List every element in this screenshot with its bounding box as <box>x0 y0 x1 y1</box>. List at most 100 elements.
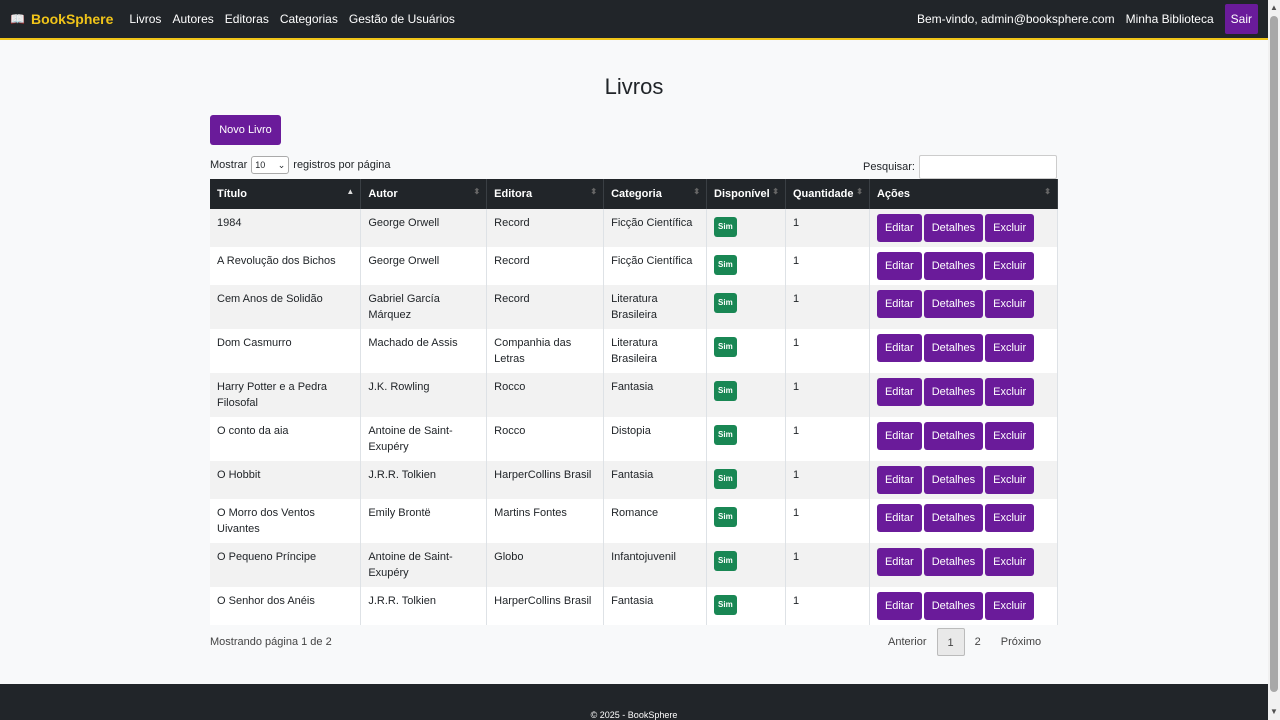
edit-button[interactable]: Editar <box>876 548 922 576</box>
cell-quantity: 1 <box>785 587 870 625</box>
search-control: Pesquisar: <box>863 155 1057 179</box>
col-header-label: Categoria <box>611 188 662 200</box>
details-button[interactable]: Detalhes <box>923 466 984 494</box>
details-button[interactable]: Detalhes <box>923 290 984 318</box>
details-button[interactable]: Detalhes <box>923 548 984 576</box>
brand[interactable]: 📖 BookSphere <box>10 11 113 27</box>
next-page-button[interactable]: Próximo <box>991 628 1051 656</box>
edit-button[interactable]: Editar <box>876 504 922 532</box>
page-button-1[interactable]: 1 <box>936 628 965 656</box>
edit-button[interactable]: Editar <box>876 252 922 280</box>
edit-button[interactable]: Editar <box>876 214 922 242</box>
col-header-author[interactable]: Autor ⬍ <box>360 179 488 209</box>
edit-button[interactable]: Editar <box>876 378 922 406</box>
new-book-button[interactable]: Novo Livro <box>210 115 281 145</box>
col-header-label: Ações <box>876 188 910 200</box>
delete-button[interactable]: Excluir <box>985 504 1035 532</box>
search-input[interactable] <box>919 155 1057 179</box>
cell-category: Fantasia <box>603 461 708 499</box>
cell-publisher: Rocco <box>486 417 605 461</box>
col-header-available[interactable]: Disponível ⬍ <box>706 179 786 209</box>
table-row: O Morro dos Ventos Uivantes Emily Brontë M… <box>210 499 1059 543</box>
edit-button[interactable]: Editar <box>876 334 922 362</box>
cell-author: Gabriel García Márquez <box>360 285 488 329</box>
details-button[interactable]: Detalhes <box>923 422 984 450</box>
col-header-title[interactable]: Título ▲ <box>210 179 362 209</box>
cell-category: Ficção Científica <box>603 247 708 285</box>
nav-link-gestao-usuarios[interactable]: Gestão de Usuários <box>349 12 455 26</box>
sort-arrows-icon: ⬍ <box>693 187 701 196</box>
scroll-thumb[interactable] <box>1270 16 1278 692</box>
books-table: Título ▲ Autor ⬍ Editora ⬍ Categoria ⬍ Dispo… <box>210 179 1059 625</box>
cell-title: O Senhor dos Anéis <box>210 587 362 625</box>
cell-author: J.K. Rowling <box>360 373 488 417</box>
cell-category: Fantasia <box>603 587 708 625</box>
edit-button[interactable]: Editar <box>876 466 922 494</box>
col-header-actions[interactable]: Ações ⬍ <box>869 179 1059 209</box>
my-library-link[interactable]: Minha Biblioteca <box>1126 12 1214 26</box>
cell-author: George Orwell <box>360 209 488 247</box>
edit-button[interactable]: Editar <box>876 592 922 620</box>
col-header-label: Título <box>217 188 247 200</box>
cell-quantity: 1 <box>785 285 870 329</box>
logout-button[interactable]: Sair <box>1224 4 1258 34</box>
table-body: 1984 George Orwell Record Ficção Científica… <box>210 209 1059 625</box>
cell-quantity: 1 <box>785 461 870 499</box>
col-header-category[interactable]: Categoria ⬍ <box>603 179 708 209</box>
cell-author: J.R.R. Tolkien <box>360 461 488 499</box>
cell-publisher: Globo <box>486 543 605 587</box>
cell-available: Sim <box>706 417 786 461</box>
navbar: 📖 BookSphere Livros Autores Editoras Cat… <box>0 0 1268 40</box>
delete-button[interactable]: Excluir <box>985 422 1035 450</box>
details-button[interactable]: Detalhes <box>923 504 984 532</box>
table-row: A Revolução dos Bichos George Orwell Recor… <box>210 247 1059 285</box>
cell-category: Fantasia <box>603 373 708 417</box>
vertical-scrollbar[interactable]: ▲ ▼ <box>1268 0 1280 720</box>
delete-button[interactable]: Excluir <box>985 252 1035 280</box>
previous-page-button[interactable]: Anterior <box>878 628 937 656</box>
status-badge: Sim <box>714 217 737 237</box>
cell-quantity: 1 <box>785 499 870 543</box>
footer: © 2025 - BookSphere <box>0 684 1268 720</box>
cell-publisher: HarperCollins Brasil <box>486 461 605 499</box>
footer-text: © 2025 - BookSphere <box>590 710 678 720</box>
scroll-up-icon[interactable]: ▲ <box>1268 2 1280 14</box>
details-button[interactable]: Detalhes <box>923 214 984 242</box>
cell-title: 1984 <box>210 209 362 247</box>
sort-arrows-icon: ⬍ <box>772 187 779 196</box>
details-button[interactable]: Detalhes <box>923 592 984 620</box>
status-badge: Sim <box>714 551 737 571</box>
cell-title: O Pequeno Príncipe <box>210 543 362 587</box>
details-button[interactable]: Detalhes <box>923 252 984 280</box>
cell-category: Infantojuvenil <box>603 543 708 587</box>
delete-button[interactable]: Excluir <box>985 214 1035 242</box>
col-header-quantity[interactable]: Quantidade ⬍ <box>785 179 870 209</box>
delete-button[interactable]: Excluir <box>985 290 1035 318</box>
cell-actions: Editar Detalhes Excluir <box>869 329 1059 373</box>
cell-author: George Orwell <box>360 247 488 285</box>
cell-publisher: Record <box>486 247 605 285</box>
delete-button[interactable]: Excluir <box>985 378 1035 406</box>
nav-link-livros[interactable]: Livros <box>129 12 161 26</box>
sort-arrows-icon: ⬍ <box>856 187 863 196</box>
page-button-2[interactable]: 2 <box>965 628 991 656</box>
delete-button[interactable]: Excluir <box>985 548 1035 576</box>
scroll-down-icon[interactable]: ▼ <box>1268 706 1280 718</box>
edit-button[interactable]: Editar <box>876 422 922 450</box>
delete-button[interactable]: Excluir <box>985 334 1035 362</box>
delete-button[interactable]: Excluir <box>985 592 1035 620</box>
nav-link-editoras[interactable]: Editoras <box>225 12 269 26</box>
cell-publisher: Record <box>486 209 605 247</box>
page-length-select[interactable]: 10 ⌄ <box>251 156 290 174</box>
delete-button[interactable]: Excluir <box>985 466 1035 494</box>
pagination-info: Mostrando página 1 de 2 <box>210 636 332 648</box>
edit-button[interactable]: Editar <box>876 290 922 318</box>
nav-link-categorias[interactable]: Categorias <box>280 12 338 26</box>
details-button[interactable]: Detalhes <box>923 378 984 406</box>
nav-right: Bem-vindo, admin@booksphere.com Minha Bi… <box>917 4 1258 34</box>
cell-title: O conto da aia <box>210 417 362 461</box>
cell-category: Literatura Brasileira <box>603 285 708 329</box>
nav-link-autores[interactable]: Autores <box>172 12 213 26</box>
details-button[interactable]: Detalhes <box>923 334 984 362</box>
col-header-publisher[interactable]: Editora ⬍ <box>486 179 605 209</box>
